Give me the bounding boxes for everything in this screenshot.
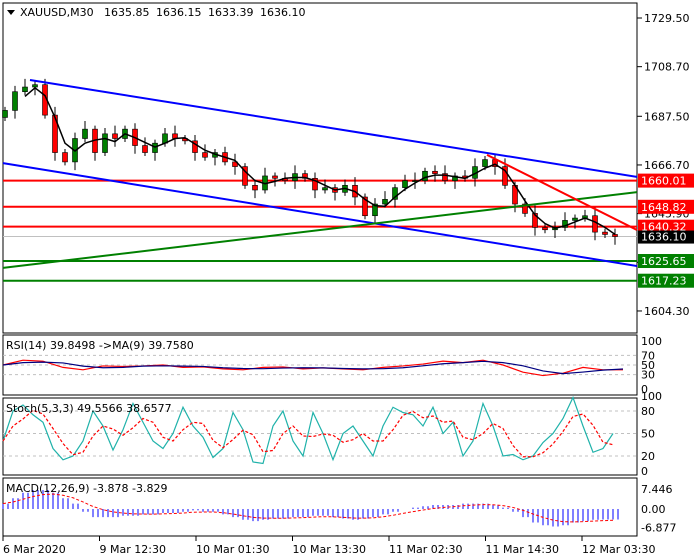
macd-tick-label: -6.877 [641,522,676,535]
time-label: 11 Mar 02:30 [389,543,462,556]
chart-canvas[interactable]: 1729.501708.701687.501666.701645.901625.… [0,0,700,560]
price-tick-label: 1687.50 [644,110,690,123]
macd-signal-line [2,493,614,523]
chart-window: 1729.501708.701687.501666.701645.901625.… [0,0,700,560]
trendline-channel-lower [2,162,638,268]
candle-body [382,199,388,205]
level-tag-label: 1617.23 [641,275,687,288]
price-tick-label: 1708.70 [644,61,690,74]
price-tick-label: 1666.70 [644,159,690,172]
candle-body [62,152,68,163]
candle-body [572,217,578,221]
candle-body [112,133,118,139]
indicator-tick-label: 30 [641,369,655,382]
ohlc-open: 1635.85 [104,6,150,19]
candle-body [2,110,8,118]
level-tag-label: 1648.82 [641,201,687,214]
indicator-tick-label: 100 [641,390,662,403]
ohlc-low: 1633.39 [208,6,254,19]
time-label: 10 Mar 01:30 [196,543,269,556]
candle-body [272,175,278,179]
collapse-triangle-icon[interactable] [7,10,15,15]
candle-body [32,84,38,88]
candle-body [252,185,258,191]
candle-body [592,215,598,233]
macd-tick-label: 0.00 [641,503,666,516]
current-price-label: 1636.10 [641,231,687,244]
ohlc-high: 1636.15 [156,6,202,19]
trendline-support-green [2,191,638,269]
level-tag-label: 1660.01 [641,175,687,188]
indicator-tick-label: 50 [641,428,655,441]
trendline-resistance-red [486,153,638,231]
time-label: 9 Mar 12:30 [100,543,166,556]
candle-body [402,180,408,188]
candle-body [12,91,18,111]
level-tag-label: 1625.65 [641,255,687,268]
price-tick-label: 1729.50 [644,12,690,25]
macd-tick-label: 7.446 [641,483,673,496]
candle-body [202,152,208,158]
rsi-ma-line [2,360,624,375]
ohlc-close: 1636.10 [260,6,306,19]
price-tick-label: 1604.30 [644,305,690,318]
symbol-label: XAUUSD,M30 [20,6,94,19]
macd-label: MACD(12,26,9) -3.878 -3.829 [6,482,167,495]
candle-body [612,234,618,237]
candle-body [82,128,88,139]
candle-body [542,227,548,231]
candle-body [102,133,108,153]
time-label: 10 Mar 13:30 [293,543,366,556]
candle-body [482,159,488,167]
indicator-tick-label: 100 [641,335,662,348]
time-label: 12 Mar 03:30 [582,543,655,556]
time-label: 11 Mar 14:30 [486,543,559,556]
indicator-tick-label: 80 [641,405,655,418]
candle-body [322,187,328,191]
indicator-tick-label: 0 [641,465,648,478]
rsi-label: RSI(14) 39.8498 ->MA(9) 39.7580 [6,339,194,352]
candle-body [602,231,608,235]
indicator-tick-label: 20 [641,450,655,463]
stoch-label: Stoch(5,3,3) 49.5566 38.6577 [6,402,172,415]
main-panel-frame [2,2,638,334]
candle-body [22,86,28,93]
time-label: 6 Mar 2020 [3,543,66,556]
candle-body [142,145,148,153]
candle-body [432,170,438,174]
trendline-channel-upper [29,79,638,178]
